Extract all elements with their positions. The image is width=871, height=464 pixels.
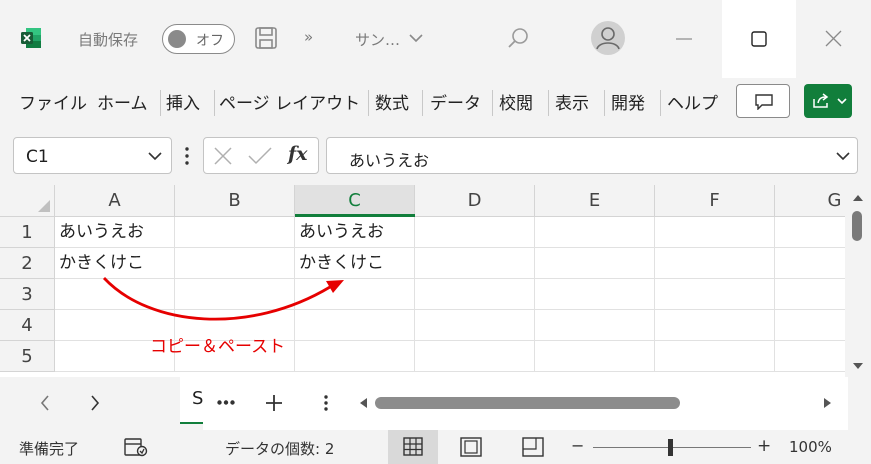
zoom-out-button[interactable]: − [571,436,584,455]
vertical-scroll-thumb[interactable] [852,211,862,241]
tab-separator [214,90,215,116]
scroll-up-icon[interactable] [853,194,863,201]
ribbon-tabs: ファイル ホーム 挿入 ページ レイアウト 数式 データ 校閲 表示 開発 ヘル… [0,78,871,128]
zoom-level[interactable]: 100% [789,438,832,456]
status-bar: 準備完了 データの個数: 2 − + 100% [0,430,871,464]
status-ready: 準備完了 [19,440,80,458]
chevron-down-icon [837,98,847,105]
status-count: データの個数: 2 [225,440,335,458]
title-bar: 自動保存 オフ » サン… [0,0,871,78]
more-commands-icon[interactable]: » [304,28,313,46]
formula-input[interactable]: あいうえお [326,137,858,174]
normal-view-button[interactable] [388,430,438,464]
excel-app-icon[interactable] [20,27,42,49]
tab-separator [604,90,605,116]
copy-paste-label: コピー＆ペースト [150,337,286,357]
autosave-toggle-label: オフ [196,33,224,49]
tab-separator [368,90,369,116]
tab-view[interactable]: 表示 [555,89,589,114]
formula-bar: C1 fx あいうえお [0,128,871,185]
sheet-tab-bar: S [0,377,871,430]
add-sheet-icon[interactable] [265,394,283,412]
expand-formula-bar-icon[interactable] [836,152,850,161]
tab-formulas[interactable]: 数式 [375,89,409,114]
tab-data[interactable]: データ [430,89,481,114]
share-icon [813,93,829,108]
enter-check-icon[interactable] [248,147,272,165]
horizontal-scroll-thumb[interactable] [375,397,680,409]
tab-developer[interactable]: 開発 [611,89,645,114]
scroll-right-icon[interactable] [824,398,832,408]
comments-button[interactable] [736,84,790,118]
zoom-slider-thumb[interactable] [668,439,673,456]
tab-home[interactable]: ホーム [97,89,148,114]
page-break-view-icon[interactable] [522,437,544,457]
accessibility-icon[interactable] [124,437,148,457]
save-icon[interactable] [254,26,278,50]
zoom-in-button[interactable]: + [757,436,771,456]
tab-separator [548,90,549,116]
tab-separator [422,90,423,116]
avatar-icon[interactable] [590,20,626,56]
sheet-tab-label: S [192,388,204,409]
page-layout-view-icon[interactable] [460,437,482,457]
scroll-down-icon[interactable] [853,363,863,370]
vertical-dots-icon[interactable] [324,395,328,411]
tab-review[interactable]: 校閲 [499,89,533,114]
chevron-down-icon [148,152,162,161]
tab-separator [492,90,493,116]
autosave-label: 自動保存 [78,31,139,49]
vertical-dots-icon[interactable] [185,146,189,166]
chevron-down-icon[interactable] [409,33,423,43]
tab-insert[interactable]: 挿入 [166,89,200,114]
name-box[interactable]: C1 [13,137,172,174]
comment-icon [755,94,773,110]
worksheet-grid: A B C D E F G 1 2 3 4 5 あいうえお あいうえお かきくけ… [0,185,845,377]
formula-buttons: fx [203,137,319,174]
tab-separator [160,90,161,116]
grid-view-icon [403,437,423,456]
maximize-button[interactable] [722,0,796,78]
tab-separator [660,90,661,116]
share-button[interactable] [804,84,852,118]
next-sheet-icon[interactable] [90,395,100,411]
toggle-knob [168,30,186,48]
copy-paste-arrow-annotation [102,277,344,321]
insert-function-button[interactable]: fx [288,143,308,165]
tab-page-layout[interactable]: ページ レイアウト [219,89,360,114]
file-name[interactable]: サン… [355,29,400,50]
vertical-scrollbar[interactable] [845,185,871,377]
scroll-left-icon[interactable] [359,398,367,408]
close-icon[interactable] [825,30,842,47]
prev-sheet-icon[interactable] [40,395,50,411]
maximize-icon [751,31,767,47]
tab-help[interactable]: ヘルプ [667,89,718,114]
name-box-value: C1 [26,147,49,167]
tab-file[interactable]: ファイル [19,89,87,114]
cancel-icon[interactable] [214,147,232,165]
horizontal-scroll-region [203,377,848,430]
minimize-icon[interactable] [676,38,692,40]
autosave-toggle[interactable]: オフ [162,24,235,54]
formula-value: あいうえお [349,151,430,170]
sheet-tab-active[interactable]: S [180,377,204,424]
search-icon[interactable] [506,26,530,50]
more-sheets-icon[interactable] [217,400,235,405]
